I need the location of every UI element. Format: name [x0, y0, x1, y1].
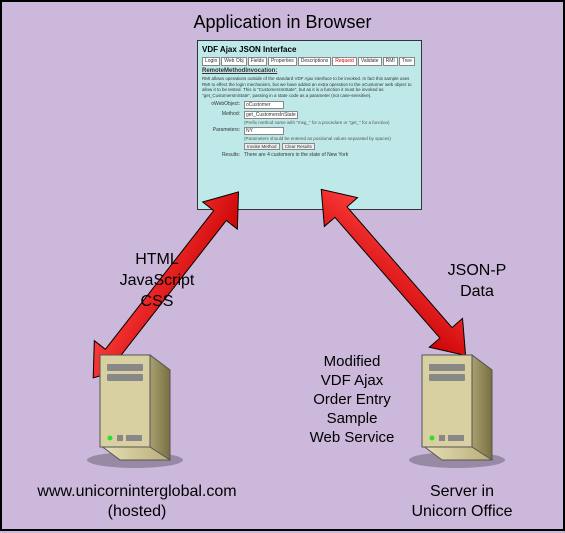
server-left-icon [80, 340, 190, 470]
arrow-right-l1: JSON-P [432, 260, 522, 281]
arrow-right-l2: Data [432, 281, 522, 302]
server-left-caption: www.unicorninterglobal.com (hosted) [12, 482, 262, 522]
caption-left-l2: (hosted) [12, 502, 262, 522]
arrow-left-l3: CSS [107, 291, 207, 312]
arrow-left-label: HTML JavaScript CSS [107, 249, 207, 312]
server-right-caption: Server in Unicorn Office [362, 482, 562, 522]
desc-l4: Sample [302, 409, 402, 428]
desc-l1: Modified [302, 352, 402, 371]
server-right-icon [402, 340, 512, 470]
arrow-left-l2: JavaScript [107, 270, 207, 291]
arrow-left-l1: HTML [107, 249, 207, 270]
desc-l3: Order Entry [302, 390, 402, 409]
arrow-right-label: JSON-P Data [432, 260, 522, 302]
desc-l2: VDF Ajax [302, 371, 402, 390]
desc-l5: Web Service [302, 428, 402, 447]
caption-right-l1: Server in [362, 482, 562, 502]
server-right-desc: Modified VDF Ajax Order Entry Sample Web… [302, 352, 402, 447]
caption-left-l1: www.unicorninterglobal.com [12, 482, 262, 502]
caption-right-l2: Unicorn Office [362, 502, 562, 522]
